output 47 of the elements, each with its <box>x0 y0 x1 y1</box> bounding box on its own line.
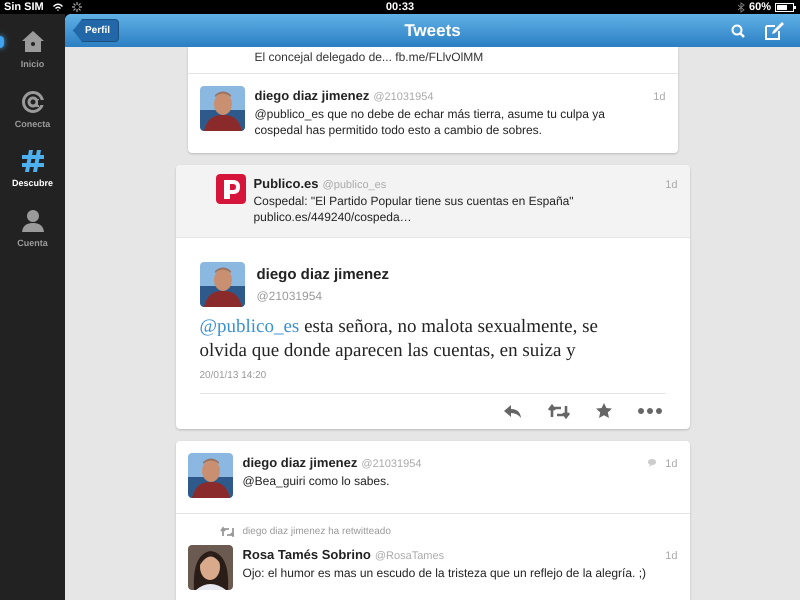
tweet-time: 1d <box>665 549 678 564</box>
sidebar-tab[interactable]: Descubre <box>2 149 62 190</box>
tweet-time: 1d <box>665 457 678 472</box>
battery-percent: 60% <box>748 0 771 15</box>
sidebar-tab[interactable]: Cuenta <box>2 208 62 250</box>
back-button[interactable]: Perfil <box>73 19 120 42</box>
compose-icon[interactable] <box>765 22 784 40</box>
tweet-text: @publico_es que no debe de echar más tierra, asume tu culpa ya cospedal has permitido todo esto a cambio de sobres. <box>254 106 606 138</box>
mention-link[interactable]: @publico_es <box>200 316 300 337</box>
author-handle: @21031954 <box>361 457 422 472</box>
clock-time: 00:33 <box>386 0 414 15</box>
tweet-time: 1d <box>653 90 666 105</box>
tweet-text: Ojo: el humor es mas un escudo de la tristeza que un reflejo de la alegría. ;) <box>242 564 648 580</box>
tweet-date: 20/01/13 14:20 <box>200 368 666 394</box>
sidebar-tab[interactable]: Inicio <box>2 30 62 72</box>
reply-icon[interactable] <box>502 403 522 419</box>
author-handle: @21031954 <box>373 90 434 105</box>
author-name: diego diaz jimenez <box>254 87 370 105</box>
hashtag-icon <box>20 149 44 173</box>
wifi-icon <box>52 2 64 12</box>
retweet-icon[interactable] <box>548 403 570 419</box>
tweet-text: Cospedal: "El Partido Popular tiene sus cuentas en España" publico.es/449240/cospeda… <box>254 193 575 225</box>
retweet-icon <box>220 526 234 537</box>
star-icon[interactable] <box>596 403 612 419</box>
author-name: diego diaz jimenez <box>256 265 390 286</box>
battery-icon <box>775 2 796 12</box>
person-icon <box>20 208 44 232</box>
author-handle: @21031954 <box>256 288 324 305</box>
at-sign-icon <box>20 90 44 114</box>
search-icon[interactable] <box>731 24 745 38</box>
author-handle: @RosaTames <box>374 549 444 564</box>
activity-spinner-icon <box>72 2 82 12</box>
tweet-text: @Bea_guiri como lo sabes. <box>242 472 390 488</box>
bluetooth-icon <box>736 2 745 12</box>
author-name: Publico.es <box>254 174 319 192</box>
author-name: Rosa Tamés Sobrino <box>242 546 371 564</box>
sidebar-tab[interactable]: Conecta <box>2 90 62 131</box>
carrier-label: Sin SIM <box>4 0 44 15</box>
logo-icon <box>216 174 246 204</box>
house-icon <box>20 30 44 54</box>
author-name: diego diaz jimenez <box>242 454 358 472</box>
tweet-text: El concejal delegado de... fb.me/FLlvOlMM <box>254 49 484 66</box>
author-handle: @publico_es <box>322 178 386 192</box>
retweet-note: diego diaz jimenez ha retwitteado <box>242 525 391 539</box>
tweet-time: 1d <box>665 178 678 192</box>
nav-title: Tweets <box>404 20 461 42</box>
tweet-text: @publico_es esta señora, no malota sexualmente, se olvida que donde aparecen las cuentas, en suiza y <box>200 315 599 363</box>
